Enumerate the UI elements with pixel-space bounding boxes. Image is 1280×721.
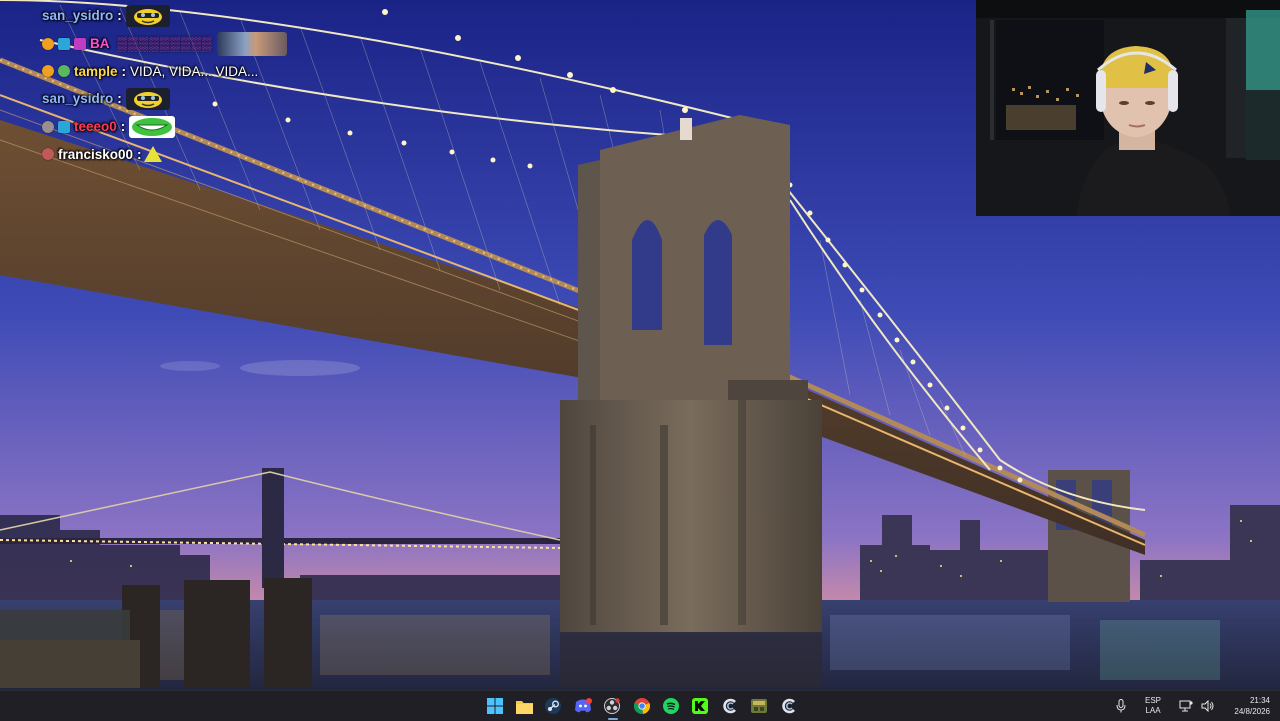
mod-badge-icon bbox=[42, 120, 54, 133]
prime-badge-icon bbox=[58, 120, 70, 133]
file-explorer-icon bbox=[515, 700, 533, 714]
main-tower bbox=[560, 115, 822, 632]
taskbar-ccleaner[interactable] bbox=[715, 691, 744, 721]
chat-username: tample bbox=[74, 63, 118, 79]
chat-username: san_ysidro bbox=[42, 91, 114, 107]
webcam-feed bbox=[976, 0, 1280, 216]
language-indicator[interactable]: ESP LAA bbox=[1140, 696, 1166, 716]
microphone-icon bbox=[1116, 699, 1126, 713]
sub-badge-icon bbox=[42, 37, 54, 50]
steam-icon bbox=[545, 698, 562, 714]
taskbar-kick[interactable] bbox=[686, 691, 715, 721]
chat-username: san_ysidro bbox=[42, 8, 114, 24]
microphone-tray-button[interactable] bbox=[1108, 699, 1134, 713]
taskbar-spotify[interactable] bbox=[656, 691, 685, 721]
chat-separator: : bbox=[117, 8, 122, 24]
network-monitor-icon bbox=[1179, 700, 1193, 712]
windows-start-button[interactable] bbox=[480, 691, 509, 721]
pepe-emote bbox=[125, 4, 170, 27]
clock-date: 24/8/2026 bbox=[1234, 707, 1270, 716]
ccleaner2-icon bbox=[781, 698, 795, 714]
frog-badge-icon bbox=[58, 65, 70, 78]
chat-message: teeeo0: bbox=[42, 113, 302, 141]
prime-badge-icon bbox=[58, 37, 70, 50]
chat-username: francisko00 bbox=[58, 146, 134, 162]
chat-username: teeeo0 bbox=[74, 119, 117, 135]
chat-message: francisko00: bbox=[42, 140, 302, 168]
network-tray-button[interactable] bbox=[1174, 700, 1198, 712]
chat-username-glitch: ▒▒▒▒▒▒▒▒▒ bbox=[117, 36, 213, 52]
gift-badge-icon bbox=[74, 37, 86, 50]
chat-message: san_ysidro: bbox=[42, 2, 302, 30]
chat-message: tample: VIDA, VIDA... VIDA... bbox=[42, 57, 302, 85]
taskbar-game[interactable] bbox=[745, 691, 774, 721]
speaker-icon bbox=[1201, 700, 1214, 712]
taskbar-pinned-apps bbox=[480, 691, 803, 721]
chat-text: VIDA, VIDA... VIDA... bbox=[130, 63, 259, 79]
taskbar-ccleaner-secondary[interactable] bbox=[774, 691, 803, 721]
chat-message: BA ▒▒▒▒▒▒▒▒▒ bbox=[42, 30, 302, 58]
grin-emote bbox=[129, 115, 176, 138]
discord-icon bbox=[574, 698, 592, 713]
chat-separator: : bbox=[137, 146, 142, 162]
stream-chat-overlay: san_ysidro: BA ▒▒▒▒▒▒▒▒▒ tample: VIDA, V… bbox=[42, 2, 302, 168]
chrome-icon bbox=[633, 698, 650, 714]
avatar-emote bbox=[216, 31, 287, 56]
clock-time: 21:34 bbox=[1249, 696, 1270, 705]
chat-separator: : bbox=[117, 91, 122, 107]
sub-badge-icon bbox=[42, 65, 54, 78]
chat-separator: : bbox=[121, 63, 127, 79]
kick-icon bbox=[692, 698, 709, 714]
obs-icon bbox=[604, 698, 621, 714]
taskbar-file-explorer[interactable] bbox=[509, 691, 538, 721]
spotify-icon bbox=[663, 698, 680, 714]
cone-emote bbox=[143, 146, 162, 163]
taskbar-clock[interactable]: 21:34 24/8/2026 bbox=[1218, 695, 1280, 717]
taskbar-chrome[interactable] bbox=[627, 691, 656, 721]
taskbar-steam[interactable] bbox=[539, 691, 568, 721]
chat-username: BA bbox=[90, 36, 110, 52]
chat-separator: : bbox=[120, 119, 126, 135]
vip-badge-icon bbox=[42, 148, 54, 161]
ccleaner-icon bbox=[723, 698, 736, 714]
game-icon bbox=[751, 699, 768, 713]
language-code: ESP bbox=[1144, 696, 1161, 705]
pepe-emote bbox=[125, 87, 170, 110]
streamer-webcam bbox=[976, 0, 1280, 216]
taskbar-obs[interactable] bbox=[598, 691, 627, 721]
windows-start-icon bbox=[486, 698, 503, 714]
chat-message: san_ysidro: bbox=[42, 85, 302, 113]
taskbar-discord[interactable] bbox=[568, 691, 597, 721]
volume-tray-button[interactable] bbox=[1198, 700, 1218, 712]
windows-taskbar: ESP LAA 21:34 24/8/2026 bbox=[0, 690, 1280, 721]
keyboard-layout: LAA bbox=[1145, 706, 1161, 715]
system-tray: ESP LAA 21:34 24/8/2026 bbox=[1108, 691, 1280, 721]
